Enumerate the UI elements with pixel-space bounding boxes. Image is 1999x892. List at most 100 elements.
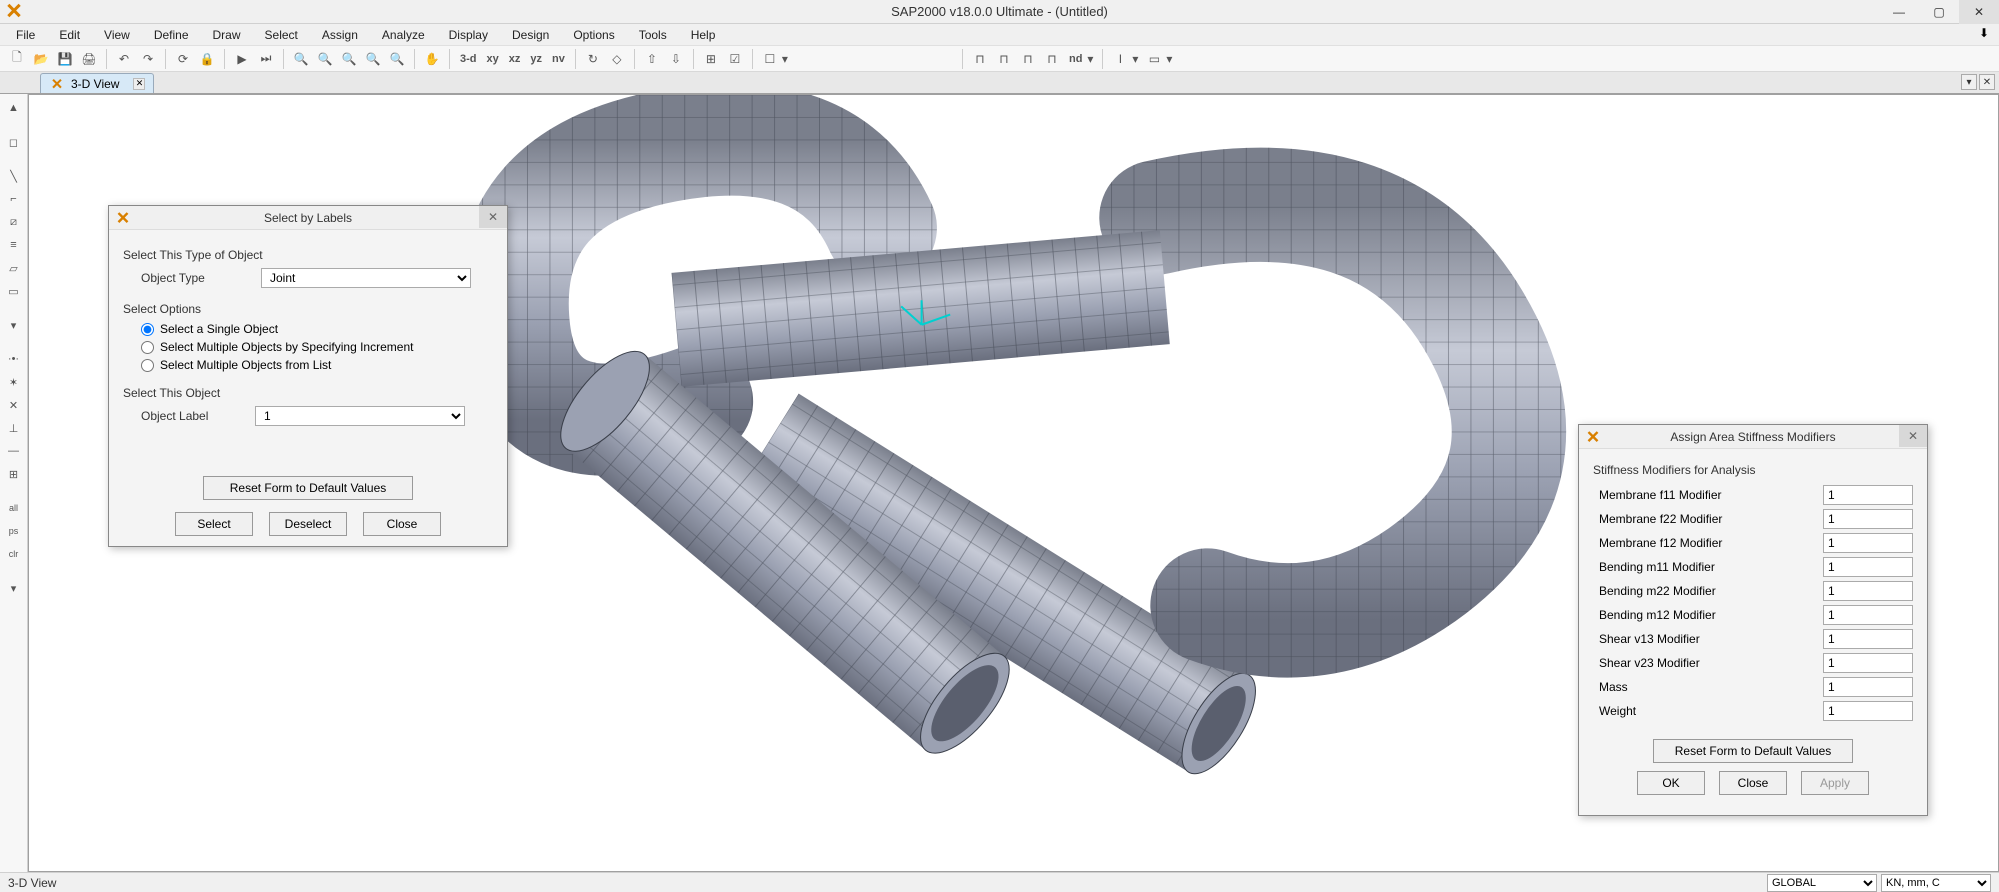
dropdown-icon[interactable]: ▾ [3,315,25,335]
tab-close-all-icon[interactable]: ✕ [1979,74,1995,90]
units-select[interactable]: KN, mm, C [1881,874,1991,892]
close-button[interactable]: ✕ [1959,0,1999,24]
draw-secondary-icon[interactable]: ≡ [3,235,25,255]
snap-mid-icon[interactable]: ✕ [3,395,25,415]
view-nv-button[interactable]: nv [548,53,569,65]
perspective-icon[interactable]: ◇ [606,48,628,70]
snap-point-icon[interactable]: ·•· [3,349,25,369]
maximize-button[interactable]: ▢ [1919,0,1959,24]
menu-assign[interactable]: Assign [316,26,364,44]
radio-single-object[interactable] [141,323,154,336]
menu-define[interactable]: Define [148,26,195,44]
nd-dropdown-icon[interactable]: ▾ [1084,48,1096,70]
set-elements-icon[interactable]: ☑ [724,48,746,70]
menu-options[interactable]: Options [567,26,620,44]
down-arrow-icon[interactable]: ⇩ [665,48,687,70]
section-dropdown-icon[interactable]: ▾ [1163,48,1175,70]
save-icon[interactable]: 💾 [54,48,76,70]
select-prev-icon[interactable]: ps [3,521,25,541]
stiffness-input[interactable] [1823,629,1913,649]
close-button-dialog[interactable]: Close [363,512,441,536]
view-xz-button[interactable]: xz [505,53,525,65]
undo-icon[interactable]: ↶ [113,48,135,70]
menu-file[interactable]: File [10,26,41,44]
i-dropdown-icon[interactable]: ▾ [1129,48,1141,70]
download-icon[interactable]: ⬇ [1979,26,1989,40]
shrink-icon[interactable]: ⊞ [700,48,722,70]
new-icon[interactable]: 🗋 [6,48,28,70]
object-label-select[interactable]: 1 [255,406,465,426]
frame2-icon[interactable]: ⊓ [993,48,1015,70]
run-icon[interactable]: ▶ [231,48,253,70]
radio-multiple-list[interactable] [141,359,154,372]
zoom-in-icon[interactable]: 🔍 [290,48,312,70]
rotate-3d-icon[interactable]: ↻ [582,48,604,70]
toolbox-dropdown-icon[interactable]: ▾ [3,578,25,598]
deselect-button[interactable]: Deselect [269,512,347,536]
frame-icon[interactable]: ⊓ [969,48,991,70]
reset-form-button[interactable]: Reset Form to Default Values [203,476,413,500]
stiffness-input[interactable] [1823,509,1913,529]
menu-select[interactable]: Select [259,26,304,44]
reset-stiffness-button[interactable]: Reset Form to Default Values [1653,739,1853,763]
view-yz-button[interactable]: yz [526,53,546,65]
stiffness-input[interactable] [1823,557,1913,577]
menu-help[interactable]: Help [685,26,722,44]
menu-edit[interactable]: Edit [53,26,86,44]
stiffness-input[interactable] [1823,605,1913,625]
zoom-extents-icon[interactable]: 🔍 [362,48,384,70]
frame3-icon[interactable]: ⊓ [1017,48,1039,70]
frame4-icon[interactable]: ⊓ [1041,48,1063,70]
menu-analyze[interactable]: Analyze [376,26,431,44]
ok-button[interactable]: OK [1637,771,1705,795]
tab-dropdown-icon[interactable]: ▾ [1961,74,1977,90]
reshape-icon[interactable]: ◻ [3,132,25,152]
object-type-select[interactable]: Joint [261,268,471,288]
dialog-close-icon[interactable]: ✕ [479,206,507,228]
snap-line-icon[interactable]: — [3,441,25,461]
stiffness-input[interactable] [1823,533,1913,553]
snap-perp-icon[interactable]: ⊥ [3,418,25,438]
tab-close-icon[interactable]: ✕ [133,78,145,90]
menu-tools[interactable]: Tools [633,26,673,44]
named-view-dropdown-icon[interactable]: ▾ [779,48,791,70]
draw-poly-area-icon[interactable]: ▱ [3,258,25,278]
snap-grid-icon[interactable]: ⊞ [3,464,25,484]
coord-system-select[interactable]: GLOBAL [1767,874,1877,892]
select-button[interactable]: Select [175,512,253,536]
menu-draw[interactable]: Draw [207,26,247,44]
dialog-close-icon[interactable]: ✕ [1899,425,1927,447]
zoom-previous-icon[interactable]: 🔍 [386,48,408,70]
refresh-icon[interactable]: ⟳ [172,48,194,70]
draw-frame-icon[interactable]: ╲ [3,166,25,186]
up-arrow-icon[interactable]: ⇧ [641,48,663,70]
pan-icon[interactable]: ✋ [421,48,443,70]
snap-end-icon[interactable]: ✶ [3,372,25,392]
tab-3d-view[interactable]: 3-D View ✕ [40,73,154,93]
nd-button[interactable]: nd [1065,53,1086,65]
draw-brace-icon[interactable]: ⧄ [3,212,25,232]
stiffness-input[interactable] [1823,701,1913,721]
lock-icon[interactable]: 🔒 [196,48,218,70]
zoom-out-icon[interactable]: 🔍 [314,48,336,70]
close-stiffness-button[interactable]: Close [1719,771,1787,795]
stiffness-input[interactable] [1823,485,1913,505]
run-step-icon[interactable]: ⏭ [255,48,277,70]
select-clear-icon[interactable]: clr [3,544,25,564]
section-icon[interactable]: ▭ [1143,48,1165,70]
redo-icon[interactable]: ↷ [137,48,159,70]
i-icon[interactable]: I [1109,48,1131,70]
select-all-icon[interactable]: all [3,498,25,518]
apply-button[interactable]: Apply [1801,771,1869,795]
radio-multiple-increment[interactable] [141,341,154,354]
view-xy-button[interactable]: xy [483,53,503,65]
stiffness-input[interactable] [1823,653,1913,673]
menu-design[interactable]: Design [506,26,555,44]
stiffness-input[interactable] [1823,677,1913,697]
menu-display[interactable]: Display [443,26,494,44]
stiffness-input[interactable] [1823,581,1913,601]
pointer-icon[interactable]: ▲ [3,98,25,118]
named-view-icon[interactable]: ☐ [759,48,781,70]
zoom-window-icon[interactable]: 🔍 [338,48,360,70]
print-icon[interactable]: 🖨 [78,48,100,70]
